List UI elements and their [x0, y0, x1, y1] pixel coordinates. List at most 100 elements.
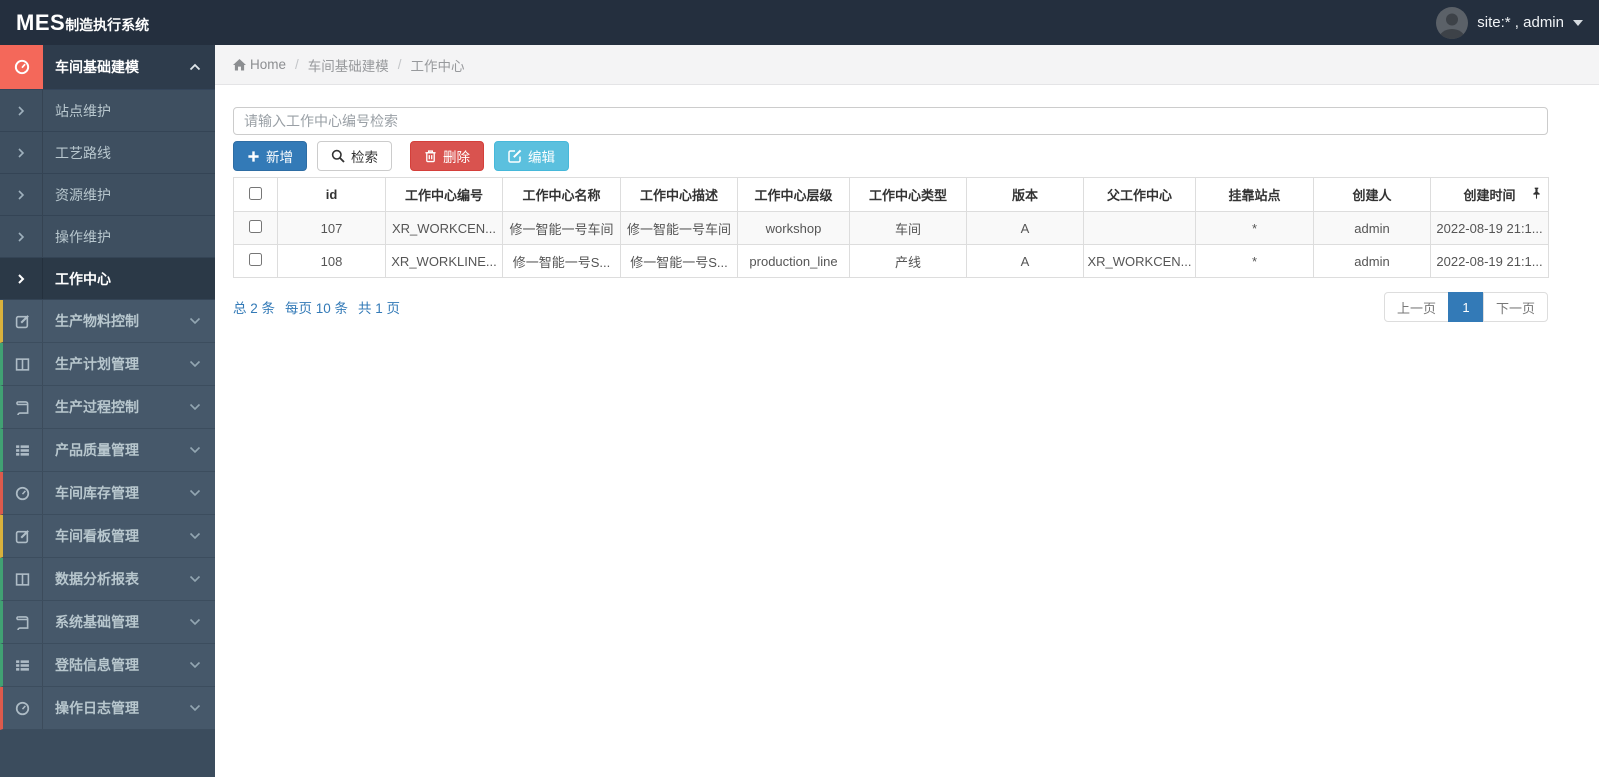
table-row[interactable]: 107 XR_WORKCEN... 修一智能一号车间 修一智能一号车间 work… — [233, 211, 1549, 245]
table-row[interactable]: 108 XR_WORKLINE... 修一智能一号S... 修一智能一号S...… — [233, 244, 1549, 278]
chevron-down-icon — [189, 403, 201, 411]
page-body: 新增 检索 删除 编辑 — [215, 85, 1599, 322]
column-header-code[interactable]: 工作中心编号 — [385, 177, 503, 212]
sidebar-group-board-management[interactable]: 车间看板管理 — [0, 515, 215, 558]
search-button[interactable]: 检索 — [317, 141, 392, 171]
next-page-button[interactable]: 下一页 — [1482, 292, 1548, 322]
edit-icon — [508, 149, 522, 163]
edit-icon — [3, 300, 43, 342]
sidebar-item-process-route[interactable]: 工艺路线 — [0, 132, 215, 174]
column-header-creator[interactable]: 创建人 — [1313, 177, 1431, 212]
row-checkbox[interactable] — [249, 253, 262, 266]
sidebar-group-process-control[interactable]: 生产过程控制 — [0, 386, 215, 429]
user-menu[interactable]: site:* , admin — [1436, 6, 1599, 39]
chevron-down-icon — [189, 446, 201, 454]
sidebar-group-inventory-management[interactable]: 车间库存管理 — [0, 472, 215, 515]
sidebar-group-login-info-management[interactable]: 登陆信息管理 — [0, 644, 215, 687]
chevron-right-icon — [0, 174, 43, 215]
sidebar-group-plan-management[interactable]: 生产计划管理 — [0, 343, 215, 386]
caret-down-icon — [1573, 19, 1583, 26]
column-header-type[interactable]: 工作中心类型 — [849, 177, 967, 212]
sidebar-item-station-maintenance[interactable]: 站点维护 — [0, 90, 215, 132]
pin-icon[interactable] — [1532, 187, 1541, 202]
sidebar-group-label: 产品质量管理 — [55, 442, 139, 458]
select-all-cell — [233, 177, 278, 212]
cell-desc: 修一智能一号S... — [620, 244, 738, 278]
sidebar-group-label: 生产计划管理 — [55, 356, 139, 372]
summary-per-page: 每页 10 条 — [285, 301, 349, 316]
chevron-down-icon — [189, 661, 201, 669]
breadcrumb-home[interactable]: Home — [233, 57, 286, 72]
breadcrumb-level2: 工作中心 — [410, 58, 465, 74]
cell-created: 2022-08-19 21:1... — [1430, 244, 1549, 278]
cell-desc: 修一智能一号车间 — [620, 211, 738, 245]
book-icon — [3, 601, 43, 643]
sidebar-item-work-center[interactable]: 工作中心 — [0, 258, 215, 300]
cell-code: XR_WORKCEN... — [385, 211, 503, 245]
sidebar-group-label: 登陆信息管理 — [55, 657, 139, 673]
chevron-right-icon — [0, 258, 43, 299]
cell-created: 2022-08-19 21:1... — [1430, 211, 1549, 245]
search-input[interactable] — [233, 107, 1548, 135]
pagination-summary: 总 2 条 每页 10 条 共 1 页 — [233, 297, 400, 317]
table-footer: 总 2 条 每页 10 条 共 1 页 上一页 1 下一页 — [233, 292, 1548, 322]
search-icon — [331, 149, 345, 163]
cell-version: A — [966, 244, 1084, 278]
sidebar-group-material-control[interactable]: 生产物料控制 — [0, 300, 215, 343]
select-all-checkbox[interactable] — [249, 186, 262, 200]
sidebar-group-label: 系统基础管理 — [55, 614, 139, 630]
sidebar-group-data-analysis-report[interactable]: 数据分析报表 — [0, 558, 215, 601]
row-checkbox[interactable] — [249, 220, 262, 233]
chevron-up-icon — [189, 63, 201, 71]
sidebar-group-operation-log-management[interactable]: 操作日志管理 — [0, 687, 215, 730]
page-number-button[interactable]: 1 — [1447, 292, 1484, 322]
prev-page-button[interactable]: 上一页 — [1383, 292, 1449, 322]
chevron-down-icon — [189, 618, 201, 626]
column-header-created[interactable]: 创建时间 — [1430, 177, 1549, 212]
add-button[interactable]: 新增 — [233, 141, 307, 171]
sidebar-group-label: 车间看板管理 — [55, 528, 139, 544]
sidebar-group-system-management[interactable]: 系统基础管理 — [0, 601, 215, 644]
cell-id: 108 — [277, 244, 386, 278]
edit-button[interactable]: 编辑 — [494, 141, 569, 171]
book-icon — [3, 386, 43, 428]
column-header-station[interactable]: 挂靠站点 — [1195, 177, 1314, 212]
sidebar-item-label: 工艺路线 — [55, 144, 111, 161]
chevron-down-icon — [189, 575, 201, 583]
column-header-desc[interactable]: 工作中心描述 — [620, 177, 738, 212]
chevron-right-icon — [0, 132, 43, 173]
delete-button[interactable]: 删除 — [410, 141, 484, 171]
chevron-down-icon — [189, 489, 201, 497]
sidebar-item-label: 操作维护 — [55, 228, 111, 245]
cell-station: * — [1195, 211, 1314, 245]
main-content: Home / 车间基础建模 / 工作中心 新增 检索 删除 编辑 — [215, 45, 1599, 777]
avatar — [1436, 6, 1469, 39]
pagination: 上一页 1 下一页 — [1383, 292, 1548, 322]
column-header-id[interactable]: id — [277, 177, 386, 212]
edit-icon — [3, 515, 43, 557]
table-header-row: id 工作中心编号 工作中心名称 工作中心描述 工作中心层级 工作中心类型 版本… — [233, 177, 1549, 212]
sidebar-group-label: 车间基础建模 — [55, 59, 139, 75]
sidebar-group-workshop-modeling[interactable]: 车间基础建模 — [0, 45, 215, 90]
column-header-name[interactable]: 工作中心名称 — [502, 177, 621, 212]
column-header-level[interactable]: 工作中心层级 — [737, 177, 850, 212]
sidebar-item-label: 资源维护 — [55, 186, 111, 203]
cell-station: * — [1195, 244, 1314, 278]
cell-id: 107 — [277, 211, 386, 245]
column-header-version[interactable]: 版本 — [966, 177, 1084, 212]
cell-name: 修一智能一号车间 — [502, 211, 621, 245]
summary-pages: 共 1 页 — [358, 301, 401, 316]
gauge-icon — [3, 687, 43, 729]
sidebar-group-quality-management[interactable]: 产品质量管理 — [0, 429, 215, 472]
chevron-down-icon — [189, 532, 201, 540]
sidebar-item-operation-maintenance[interactable]: 操作维护 — [0, 216, 215, 258]
chevron-down-icon — [189, 704, 201, 712]
column-header-parent[interactable]: 父工作中心 — [1083, 177, 1196, 212]
breadcrumb-level1[interactable]: 车间基础建模 — [308, 55, 389, 75]
sidebar-item-resource-maintenance[interactable]: 资源维护 — [0, 174, 215, 216]
cell-code: XR_WORKLINE... — [385, 244, 503, 278]
cell-type: 车间 — [849, 211, 967, 245]
row-select-cell — [233, 244, 278, 278]
home-icon — [233, 58, 246, 71]
cell-parent: XR_WORKCEN... — [1083, 244, 1196, 278]
